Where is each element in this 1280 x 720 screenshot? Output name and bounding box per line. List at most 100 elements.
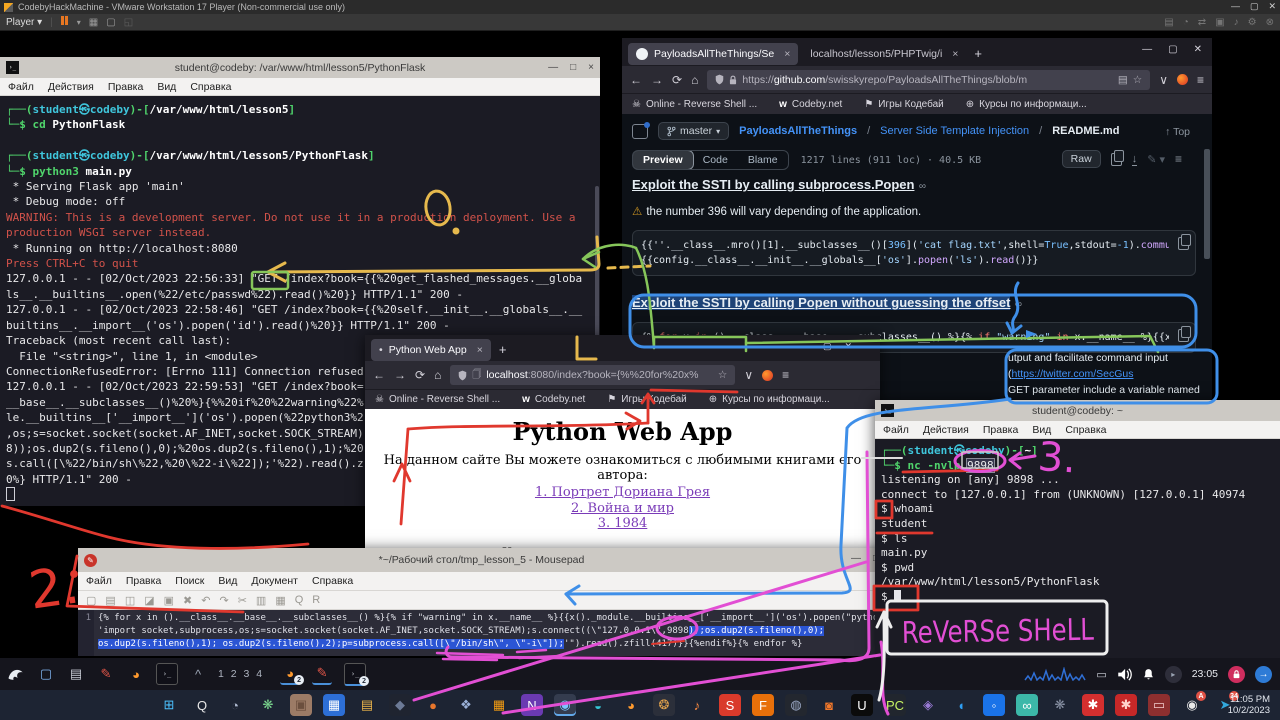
send-ctrl-alt-del-icon[interactable]: ▦ [89, 17, 98, 28]
minimize-button[interactable]: — [801, 341, 810, 352]
lock-tray-icon[interactable] [1228, 666, 1245, 683]
chrome-profile-icon[interactable]: ◉A [1181, 694, 1203, 716]
undo-icon[interactable]: ↶ [201, 594, 210, 607]
terminal-titlebar[interactable]: ›_ student@codeby: /var/www/html/lesson5… [0, 57, 600, 78]
onenote-icon[interactable]: N [521, 694, 543, 716]
section-heading-1[interactable]: Exploit the SSTI by calling subprocess.P… [632, 177, 914, 192]
tab-payloadsallthethings[interactable]: PayloadsAllTheThings/Se× [628, 43, 798, 65]
terminal-output[interactable]: ┌──(student㉿codeby)-[~]└─$ nc -nvlp 9898… [875, 439, 1280, 663]
kali-menu-icon[interactable] [6, 664, 26, 684]
player-menu[interactable]: Player ▾ [6, 17, 42, 28]
print-icon[interactable]: ▣ [164, 594, 174, 607]
menu-item[interactable]: Файл [883, 424, 909, 436]
menu-item[interactable]: Вид [1032, 424, 1051, 436]
new-file-icon[interactable]: ▢ [86, 594, 96, 607]
bookmark-item[interactable]: wCodeby.net [522, 394, 585, 405]
blender-icon[interactable]: ◙ [818, 694, 840, 716]
firefox-icon[interactable]: ◕ [620, 694, 642, 716]
close-button[interactable]: ✕ [1194, 44, 1202, 55]
close-icon[interactable]: ✖ [183, 594, 192, 607]
back-to-top-link[interactable]: ↑ Top [1165, 126, 1190, 138]
back-icon[interactable]: ← [630, 73, 642, 87]
volume-icon[interactable] [1117, 668, 1132, 681]
menu-item[interactable]: Файл [86, 575, 112, 587]
search-icon[interactable]: Q [295, 594, 304, 606]
gear-app-icon[interactable]: ✱ [1082, 694, 1104, 716]
mousepad-titlebar[interactable]: ✎ *~/Рабочий стол/tmp_lesson_5 - Mousepa… [78, 548, 885, 572]
bookmark-item[interactable]: ☠Online - Reverse Shell ... [375, 394, 500, 405]
minimize-button[interactable]: — [548, 62, 558, 73]
close-button[interactable]: ✕ [844, 341, 852, 352]
menu-item[interactable]: Правка [126, 575, 161, 587]
home-icon[interactable]: ⌂ [691, 73, 698, 87]
minimize-button[interactable]: — [851, 553, 861, 564]
widget-icon[interactable]: ◔ [224, 694, 246, 716]
redo-icon[interactable]: ↷ [219, 594, 228, 607]
terminal-titlebar[interactable]: ›_ student@codeby: ~ [875, 400, 1280, 421]
url-bar[interactable]: https://github.com/swisskyrepo/PayloadsA… [707, 70, 1150, 90]
cd-icon[interactable]: ◔ [1183, 17, 1189, 28]
bookmark-item[interactable]: ⚑Игры Кодебай [607, 394, 686, 405]
maximize-button[interactable]: ▢ [823, 341, 832, 352]
mousepad-editor[interactable]: 1 {% for x in ().__class__.__base__.__su… [78, 610, 885, 656]
download-icon[interactable]: ↓ [1132, 153, 1138, 166]
reload-icon[interactable]: ⟳ [415, 368, 425, 382]
pycharm-icon[interactable]: PC [884, 694, 906, 716]
pocket-icon[interactable]: ∨ [744, 368, 753, 382]
forward-icon[interactable]: → [651, 73, 663, 87]
task-terminal[interactable]: ›_2 [344, 663, 366, 686]
cut-icon[interactable]: ✂ [238, 594, 247, 607]
breadcrumb-repo[interactable]: PayloadsAllTheThings [739, 125, 857, 137]
tab-preview[interactable]: Preview [632, 150, 694, 170]
vscode-icon[interactable]: ◖ [950, 694, 972, 716]
dark-app-icon[interactable]: ◆ [389, 694, 411, 716]
maximize-button[interactable]: ▢ [1250, 1, 1259, 12]
tab-localhost-phptwig[interactable]: localhost/lesson5/PHPTwig/i× [802, 43, 966, 65]
tab-close-icon[interactable]: × [477, 344, 483, 356]
copy-raw-icon[interactable] [1111, 153, 1122, 166]
forward-icon[interactable]: → [394, 368, 406, 382]
file-explorer-icon[interactable]: ▤ [356, 694, 378, 716]
sound-icon[interactable]: ♪ [1234, 17, 1239, 28]
network-icon[interactable]: ⇄ [1198, 17, 1206, 28]
new-tab-button[interactable]: + [974, 46, 982, 61]
sync-tray-icon[interactable]: → [1255, 666, 1272, 683]
display-icon[interactable]: ▭ [1096, 668, 1106, 681]
menu-item[interactable]: Справка [1065, 424, 1106, 436]
back-icon[interactable]: ← [373, 368, 385, 382]
copy-code-icon[interactable] [1178, 329, 1189, 342]
calendar-icon[interactable]: ▦ [323, 694, 345, 716]
cinema4d-icon[interactable]: ◍ [785, 694, 807, 716]
menu-item[interactable]: Правка [983, 424, 1018, 436]
book-link[interactable]: 2. Война и мир [365, 501, 880, 517]
bookmark-item[interactable]: ⊕Курсы по информаци... [709, 394, 830, 405]
menu-item[interactable]: Правка [108, 81, 143, 93]
eject-icon[interactable]: ⊗ [1266, 17, 1274, 28]
panel-expand-icon[interactable]: ^ [188, 664, 208, 684]
co-app-icon[interactable]: ∞ [1016, 694, 1038, 716]
visual-studio-icon[interactable]: ◈ [917, 694, 939, 716]
start-button[interactable]: ⊞ [158, 694, 180, 716]
system-clock[interactable]: 11:05 PM 10/2/2023 [1228, 690, 1270, 720]
text-editor-icon[interactable]: ✎ [96, 664, 116, 684]
scrollbar[interactable] [1204, 149, 1210, 259]
workspace-switcher[interactable]: 1 2 3 4 [218, 668, 264, 680]
minimize-button[interactable]: — [1231, 1, 1240, 12]
folder-icon[interactable]: ▤ [66, 664, 86, 684]
maximize-button[interactable]: □ [570, 62, 576, 73]
copy-code-icon[interactable] [1178, 237, 1189, 250]
task-mousepad[interactable]: ✎ [312, 663, 332, 685]
colorways-icon[interactable] [1177, 74, 1188, 85]
hdd-icon[interactable]: ▤ [1164, 17, 1173, 28]
tab-code[interactable]: Code [693, 151, 738, 169]
fl-studio-icon[interactable]: ♪ [686, 694, 708, 716]
save-icon[interactable]: ◫ [125, 594, 135, 607]
notification-bell-icon[interactable] [1142, 668, 1155, 681]
file-tree-icon[interactable] [632, 124, 648, 139]
book-link[interactable]: 3. 1984 [365, 516, 880, 532]
bookmark-item[interactable]: ☠Online - Reverse Shell ... [632, 99, 757, 110]
menu-item[interactable]: Действия [923, 424, 969, 436]
new-tab-button[interactable]: + [499, 342, 507, 357]
reader-icon[interactable]: ▤ [1118, 74, 1128, 86]
terminal-icon[interactable]: ›_ [156, 663, 178, 685]
